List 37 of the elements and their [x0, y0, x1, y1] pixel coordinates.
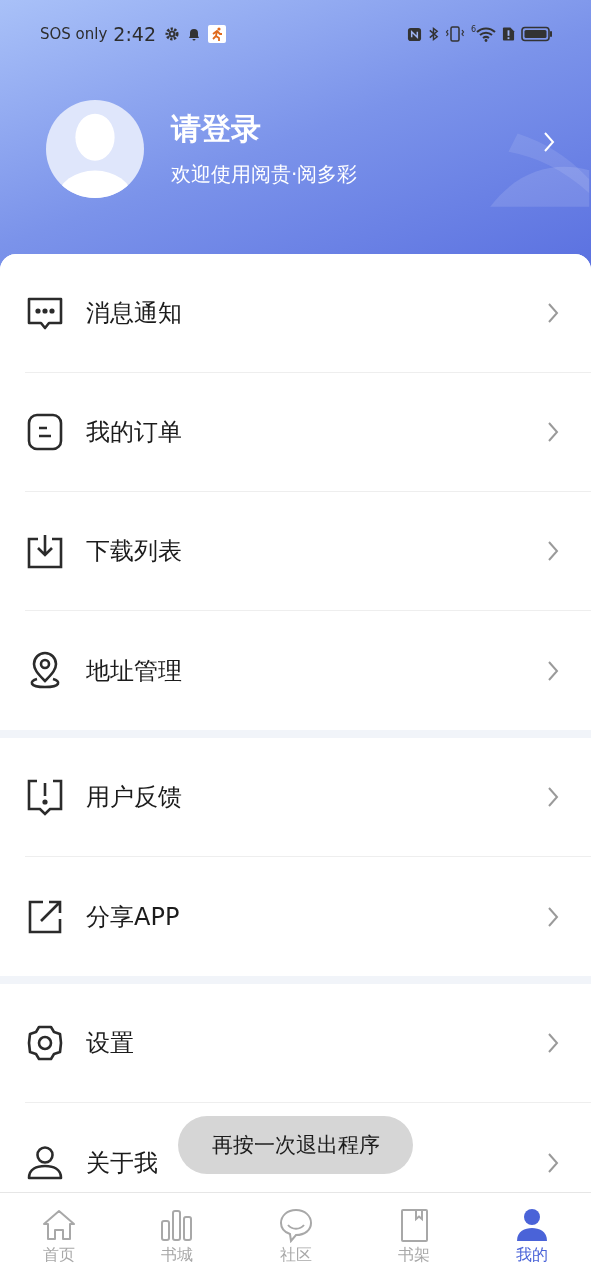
clock-time: 2:42: [113, 23, 157, 45]
nav-tab[interactable]: 我的: [472, 1193, 591, 1280]
menu-item[interactable]: 分享APP: [86, 900, 180, 933]
chevron-right-icon: [547, 786, 559, 808]
vibrate-icon: [444, 26, 465, 42]
wifi-icon: [476, 26, 496, 42]
bluetooth-icon: [427, 26, 439, 42]
chevron-right-icon: [547, 540, 559, 562]
chevron-right-icon: [547, 905, 559, 928]
battery-icon: [521, 26, 553, 42]
carrier-text: SOS only: [40, 25, 108, 43]
menu-item[interactable]: 我的订单: [86, 416, 182, 448]
menu-item[interactable]: 消息通知: [86, 297, 182, 329]
avatar-icon[interactable]: [46, 100, 144, 198]
document-icon: [25, 412, 65, 452]
chevron-right-icon: [547, 421, 559, 443]
chevron-right-icon: [547, 1032, 559, 1054]
menu-item[interactable]: 关于我: [86, 1146, 158, 1179]
sim-alert-icon: [502, 26, 515, 42]
chevron-right-icon[interactable]: [543, 131, 555, 153]
settings-icon: [25, 1023, 65, 1063]
runner-icon: [208, 25, 227, 43]
chevron-right-icon: [547, 302, 559, 324]
speech-bubble-icon: [277, 1207, 314, 1243]
feedback-icon: [25, 777, 65, 817]
chevron-right-icon: [547, 659, 559, 682]
menu-item[interactable]: 地址管理: [86, 654, 182, 687]
network-text: 6: [470, 26, 476, 34]
toast-message: 再按一次退出程序: [178, 1116, 413, 1174]
menu-item[interactable]: 设置: [86, 1027, 134, 1059]
gear-icon: [164, 26, 181, 42]
menu-item[interactable]: 下载列表: [86, 535, 182, 567]
home-icon: [41, 1207, 78, 1243]
welcome-text: 欢迎使用阅贵·阅多彩: [171, 161, 358, 187]
menu-item[interactable]: 用户反馈: [86, 781, 182, 813]
chevron-right-icon: [547, 1151, 559, 1174]
nfc-icon: [406, 26, 422, 42]
